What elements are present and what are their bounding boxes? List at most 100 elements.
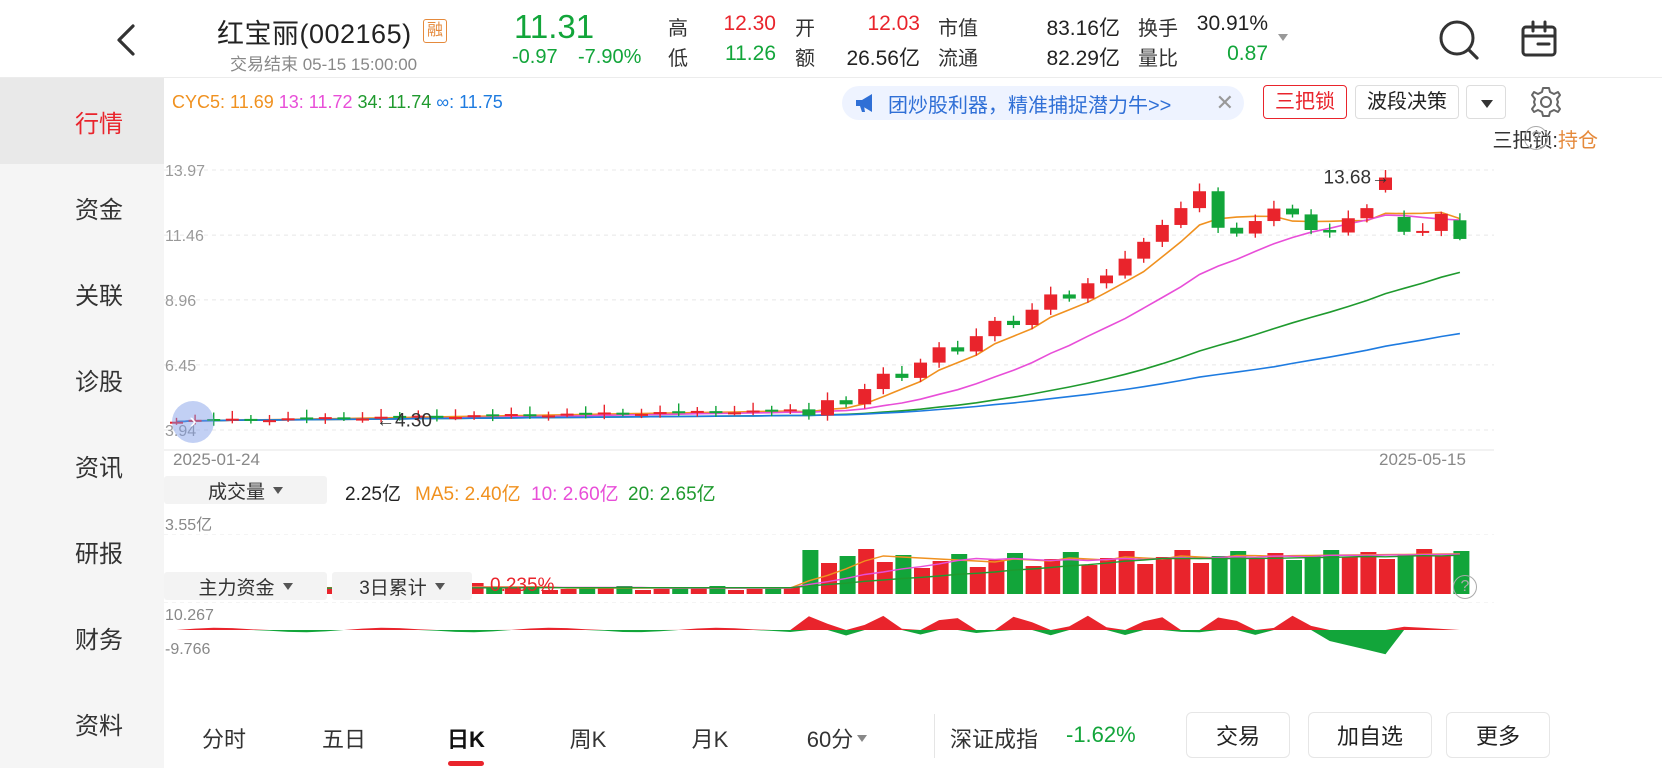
tab-intraday[interactable]: 分时 xyxy=(164,708,284,768)
candle-body xyxy=(263,420,276,423)
capital-flow-header: 主力资金 3日累计 0.235% xyxy=(164,572,1494,602)
candle-body xyxy=(1193,191,1206,209)
candle-body xyxy=(653,412,667,415)
y-axis-label: 8.96 xyxy=(165,293,196,310)
sidebar-item-diagnosis[interactable]: 诊股 xyxy=(0,336,164,422)
indicator-dropdown-button[interactable] xyxy=(1466,85,1506,119)
add-favorite-button[interactable]: 加自选 xyxy=(1308,712,1432,758)
band-decision-button[interactable]: 波段决策 xyxy=(1355,85,1459,119)
candle-body xyxy=(1230,227,1244,234)
settings-button[interactable] xyxy=(1528,84,1564,120)
tab-daily-k[interactable]: 日K xyxy=(406,708,526,768)
high-label: 高 xyxy=(668,18,688,40)
sidebar-item-finance[interactable]: 财务 xyxy=(0,594,164,680)
bottom-bar: 分时 五日 日K 周K 月K 60分 深证成指 -1.62% 交易 加自选 更多 xyxy=(164,708,1662,768)
sidebar-item-market[interactable]: 行情 xyxy=(0,78,164,164)
sidebar-item-research[interactable]: 研报 xyxy=(0,508,164,594)
candle-body xyxy=(1286,208,1299,215)
more-button[interactable]: 更多 xyxy=(1446,712,1550,758)
candle-body xyxy=(542,415,555,418)
candle-body xyxy=(1360,208,1374,219)
candle-body xyxy=(1304,214,1318,230)
promo-close-button[interactable]: ✕ xyxy=(1216,90,1234,116)
three-locks-button[interactable]: 三把锁 xyxy=(1263,85,1347,119)
cyc13-value: 13: 11.72 xyxy=(278,92,353,112)
candle-body xyxy=(281,418,295,421)
candle-body xyxy=(449,417,462,420)
tab-five-day[interactable]: 五日 xyxy=(284,708,404,768)
candle-body xyxy=(969,336,983,352)
low-value: 11.26 xyxy=(725,42,776,65)
candle-body xyxy=(690,410,704,413)
tab-60min[interactable]: 60分 xyxy=(772,708,902,768)
y-axis-label: 13.97 xyxy=(165,163,205,180)
candle-body xyxy=(1434,213,1448,231)
sidebar-item-funds[interactable]: 资金 xyxy=(0,164,164,250)
quote-expand-caret[interactable] xyxy=(1278,34,1288,41)
sidebar-item-news[interactable]: 资讯 xyxy=(0,422,164,508)
capital-flow-chart[interactable] xyxy=(164,602,1494,670)
candle-body xyxy=(1081,283,1095,299)
chevron-down-icon xyxy=(434,582,445,590)
chevron-down-icon xyxy=(282,582,293,590)
price-change-pct: -7.90% xyxy=(578,46,642,68)
index-name[interactable]: 深证成指 xyxy=(950,722,1038,754)
price-change: -0.97 xyxy=(512,46,558,68)
candle-body xyxy=(746,410,760,413)
low-label: 低 xyxy=(668,48,688,70)
candle-body xyxy=(895,373,909,378)
capital-flow-selector[interactable]: 主力资金 xyxy=(164,572,327,600)
trade-status: 交易结束 05-15 15:00:00 xyxy=(230,55,418,74)
cyc34-value: 34: 11.74 xyxy=(357,92,432,112)
cyc-line-13 xyxy=(176,214,1460,423)
float-label: 流通 xyxy=(938,48,978,70)
volume-scale: 3.55亿 xyxy=(165,517,213,534)
cyc-line-60 xyxy=(176,332,1461,423)
candle-body xyxy=(356,418,369,421)
tab-monthly-k[interactable]: 月K xyxy=(650,708,770,768)
y-axis-label: 11.46 xyxy=(165,228,204,245)
volratio-value: 0.87 xyxy=(1227,42,1268,65)
promo-banner[interactable]: 团炒股利器，精准捕捉潜力牛>> ✕ xyxy=(842,86,1244,120)
min-price-label: ←4.30 xyxy=(376,411,432,432)
search-button[interactable] xyxy=(1437,18,1481,62)
margin-badge: 融 xyxy=(423,19,447,43)
capital-flow-value: 0.235% xyxy=(490,575,555,596)
period-selector[interactable]: 3日累计 xyxy=(332,572,472,600)
trade-button[interactable]: 交易 xyxy=(1186,712,1290,758)
tab-daily-k-label: 日K xyxy=(447,727,485,752)
candle-body xyxy=(337,417,351,420)
candle-body xyxy=(1137,241,1151,259)
candle-body xyxy=(244,418,258,421)
y-axis-label: 6.45 xyxy=(165,358,196,375)
candle-body xyxy=(560,413,574,416)
max-price-label: 13.68→ xyxy=(1324,168,1391,189)
promo-text: 团炒股利器，精准捕捉潜力牛>> xyxy=(888,94,1172,117)
candle-body xyxy=(821,400,834,416)
candle-body xyxy=(728,412,741,415)
cyc-line-34 xyxy=(176,271,1461,423)
open-value: 12.03 xyxy=(867,12,920,35)
candle-body xyxy=(932,347,946,363)
candle-body xyxy=(858,389,872,405)
volume-ma5: MA5: 2.40亿 xyxy=(415,484,521,505)
notes-button[interactable] xyxy=(1517,18,1561,62)
candlestick-chart[interactable]: 13.9711.468.966.453.9413.68→←4.30 xyxy=(164,156,1494,452)
lock-help-icon[interactable]: ? xyxy=(1524,126,1548,150)
sidebar-item-related[interactable]: 关联 xyxy=(0,250,164,336)
candle-body xyxy=(672,411,686,414)
flow-help-icon[interactable]: ? xyxy=(1453,575,1477,599)
stock-name: 红宝丽(002165) xyxy=(217,19,412,49)
candle-body xyxy=(1323,229,1337,233)
candle-body xyxy=(1044,294,1058,310)
candle-body xyxy=(1267,208,1281,222)
end-date: 2025-05-15 xyxy=(1379,450,1466,469)
sidebar-item-profile[interactable]: 资料 xyxy=(0,680,164,766)
tab-monthly-k-label: 月K xyxy=(691,727,729,752)
volume-header: 成交量 2.25亿 MA5: 2.40亿 10: 2.60亿 20: 2.65亿 xyxy=(164,476,1494,506)
chart-scroll-button[interactable]: › xyxy=(172,401,214,443)
candle-body xyxy=(1155,224,1169,242)
volume-selector[interactable]: 成交量 xyxy=(164,476,327,504)
tab-weekly-k[interactable]: 周K xyxy=(528,708,648,768)
back-button[interactable] xyxy=(108,22,144,58)
